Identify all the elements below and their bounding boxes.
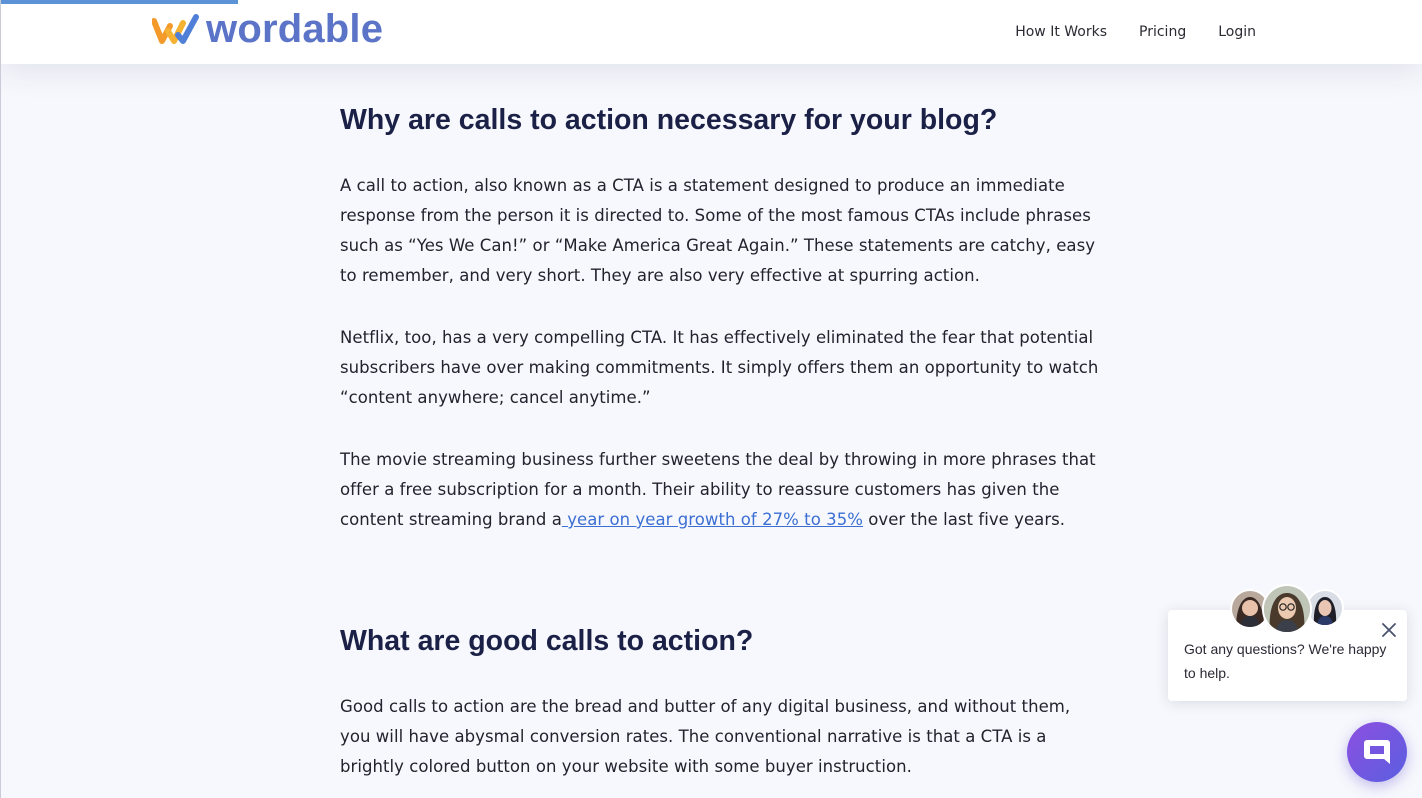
chat-prompt-message: Got any questions? We're happy to help. [1184,641,1387,681]
site-logo[interactable]: wordable [152,6,383,52]
article-paragraph: A call to action, also known as a CTA is… [340,176,1096,285]
nav-how-it-works[interactable]: How It Works [1015,19,1107,45]
article-paragraph: Good calls to action are the bread and b… [340,697,1071,776]
chat-launcher-button[interactable] [1347,722,1407,782]
chat-bubble-icon [1364,740,1390,764]
page: wordable How It Works Pricing Login Why … [0,0,1422,798]
section-heading: Why are calls to action necessary for yo… [340,104,998,136]
article-paragraph: The movie streaming business further swe… [340,445,1100,535]
site-header: wordable How It Works Pricing Login [1,0,1422,64]
support-agent-avatar [1262,584,1312,634]
logo-wordmark: wordable [206,7,384,51]
main-nav: How It Works Pricing Login [1015,19,1256,45]
support-team-avatars [1230,584,1344,634]
section-heading: What are good calls to action? [340,625,754,657]
growth-stat-link[interactable]: year on year growth of 27% to 35% [562,510,863,529]
wordable-logo-icon [152,14,199,44]
reading-progress-bar [1,0,238,4]
close-icon[interactable] [1379,620,1399,640]
nav-login[interactable]: Login [1218,19,1256,45]
nav-pricing[interactable]: Pricing [1139,19,1186,45]
article-paragraph: Netflix, too, has a very compelling CTA.… [340,328,1099,407]
paragraph-text: over the last five years. [862,510,1066,529]
